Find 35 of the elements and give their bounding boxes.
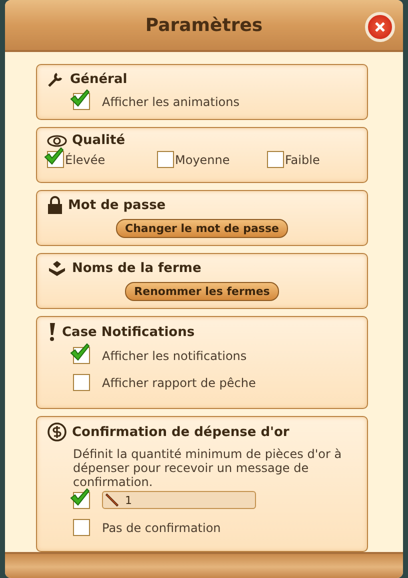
action-button[interactable]: Changer le mot de passe bbox=[116, 219, 288, 238]
wrench-icon bbox=[47, 70, 65, 88]
checkbox[interactable] bbox=[157, 151, 174, 168]
stack-icon bbox=[47, 259, 67, 277]
option-label: Pas de confirmation bbox=[102, 520, 221, 535]
close-icon bbox=[374, 21, 386, 33]
padlock-icon bbox=[47, 196, 63, 214]
checkmark-icon bbox=[70, 343, 90, 361]
checkmark-icon bbox=[70, 89, 90, 107]
option-label: Afficher les animations bbox=[102, 94, 240, 108]
checkmark-icon bbox=[70, 488, 90, 506]
window-title: Paramètres bbox=[145, 14, 263, 36]
checkbox[interactable] bbox=[73, 519, 90, 536]
option-label: Faible bbox=[285, 152, 320, 166]
checkbox[interactable] bbox=[73, 374, 90, 391]
eye-icon bbox=[47, 134, 67, 146]
dollar-icon bbox=[47, 422, 67, 442]
checkmark-icon bbox=[44, 147, 64, 165]
description-text: Définit la quantité minimum de pièces d'or à dépenser pour recevoir un message de confirmation. bbox=[73, 448, 343, 490]
pencil-icon bbox=[105, 493, 119, 508]
section-title: Qualité bbox=[72, 133, 126, 148]
option-label: Élevée bbox=[65, 152, 106, 166]
checkbox[interactable] bbox=[267, 151, 284, 168]
section-title: Noms de la ferme bbox=[72, 260, 202, 276]
section-title: Case Notifications bbox=[62, 324, 195, 340]
option-label: Afficher les notifications bbox=[102, 348, 247, 362]
action-button[interactable]: Renommer les fermes bbox=[125, 282, 279, 301]
section-title: Général bbox=[70, 72, 128, 86]
option-label: Afficher rapport de pêche bbox=[102, 376, 256, 390]
section-title: Mot de passe bbox=[68, 198, 166, 212]
amount-field[interactable]: 1 bbox=[102, 491, 256, 510]
section-title: Confirmation de dépense d'or bbox=[72, 424, 290, 440]
exclamation-icon bbox=[47, 322, 57, 342]
amount-value: 1 bbox=[125, 494, 132, 507]
option-label: Moyenne bbox=[175, 152, 230, 166]
